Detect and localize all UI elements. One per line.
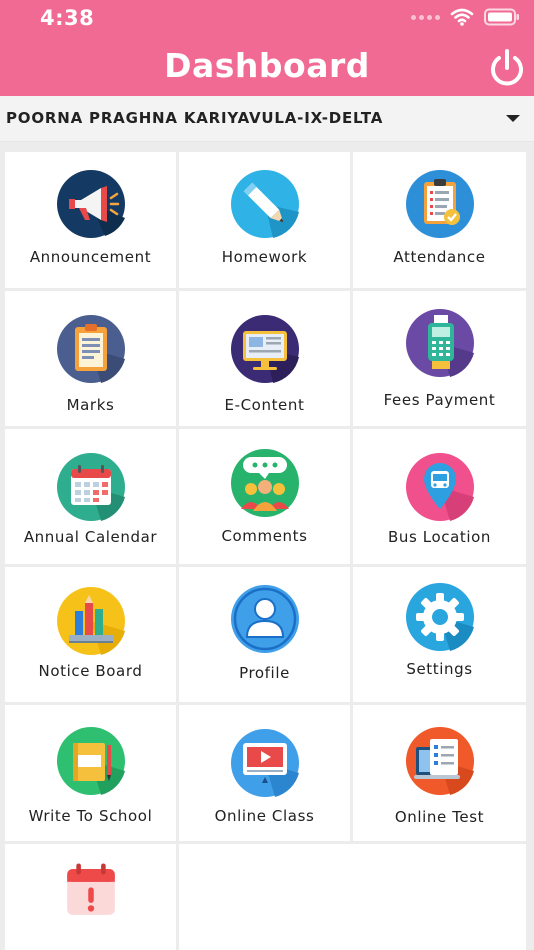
calendar-icon [56,453,125,521]
logout-power-icon[interactable] [487,46,527,90]
tile-label: Marks [66,396,115,414]
tile-fees-payment[interactable]: Fees Payment [353,291,526,426]
tile-label: Fees Payment [383,391,496,409]
notebook-icon [56,727,125,795]
battery-icon [484,8,519,26]
status-bar: 4:38 [0,0,534,40]
tile-e-content[interactable]: E-Content [179,291,350,426]
tile-notice-board[interactable]: Notice Board [5,567,176,702]
notice-board-icon [56,587,125,655]
tile-online-test[interactable]: Online Test [353,705,526,841]
tile-attendance[interactable]: Attendance [353,152,526,288]
tile-annual-calendar[interactable]: Annual Calendar [5,429,176,564]
tile-label: Homework [221,248,308,266]
tile-label: E-Content [224,396,305,414]
tile-empty [179,844,526,950]
clipboard-check-icon [405,170,474,238]
tile-comments[interactable]: Comments [179,429,350,564]
tile-calendar-alert[interactable] [5,844,176,950]
tile-online-class[interactable]: Online Class [179,705,350,841]
video-lesson-icon [230,729,299,797]
tile-label: Comments [221,527,308,545]
tile-label: Write To School [28,807,153,825]
wifi-icon [450,8,474,26]
calendar-alert-icon [66,863,115,915]
tile-label: Announcement [29,248,152,266]
tile-label: Profile [239,664,290,682]
gear-icon [405,583,474,651]
page-title: Dashboard [164,46,370,85]
tile-marks[interactable]: Marks [5,291,176,426]
tile-label: Annual Calendar [23,528,158,546]
tile-settings[interactable]: Settings [353,567,526,702]
chat-group-icon [230,449,299,517]
pencil-icon [230,170,299,238]
tile-label: Online Class [214,807,315,825]
test-paper-icon [405,727,474,795]
app-header: Dashboard [0,40,534,96]
card-machine-icon [405,309,474,377]
student-selector[interactable]: POORNA PRAGHNA KARIYAVULA-IX-DELTA [0,96,534,142]
selected-student: POORNA PRAGHNA KARIYAVULA-IX-DELTA [6,109,384,127]
tile-bus-location[interactable]: Bus Location [353,429,526,564]
tile-announcement[interactable]: Announcement [5,152,176,288]
tile-label: Attendance [393,248,486,266]
status-indicators [411,8,520,26]
tile-label: Settings [406,660,473,678]
tile-write-to-school[interactable]: Write To School [5,705,176,841]
megaphone-icon [56,170,125,238]
tile-label: Bus Location [387,528,492,546]
chevron-down-icon [506,115,520,122]
tile-profile[interactable]: Profile [179,567,350,702]
user-icon [230,585,299,653]
status-time: 4:38 [40,6,95,30]
dashboard-grid: Announcement Homework Attendance Marks E… [0,142,534,950]
bus-pin-icon [405,453,474,521]
tile-label: Online Test [394,808,485,826]
monitor-icon [230,315,299,383]
report-card-icon [56,315,125,383]
tile-label: Notice Board [38,662,143,680]
tile-homework[interactable]: Homework [179,152,350,288]
signal-icon [411,14,440,20]
